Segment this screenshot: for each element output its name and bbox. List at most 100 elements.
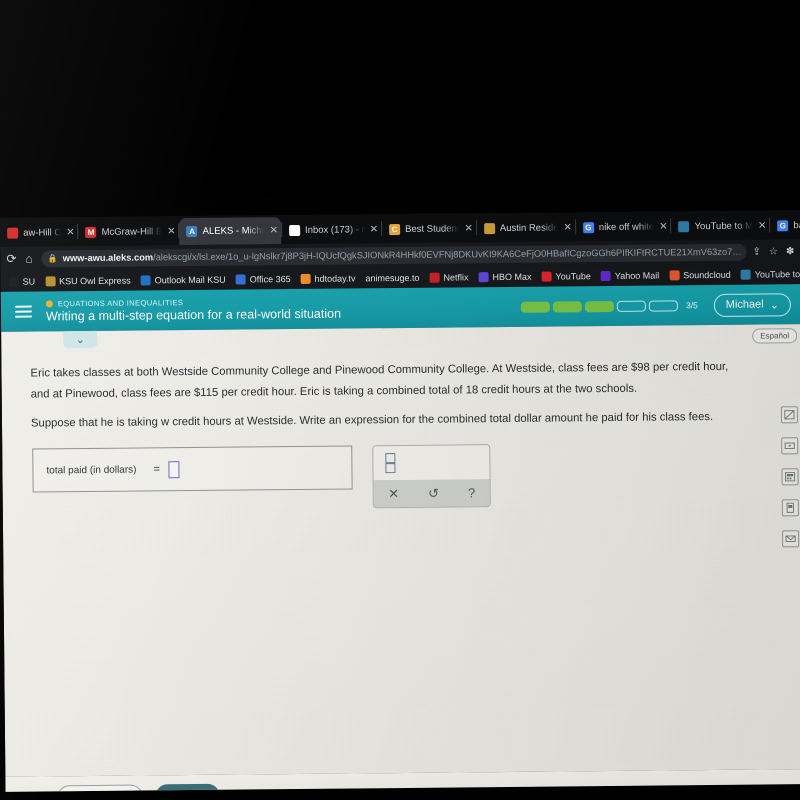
home-icon[interactable]: ⌂ [25, 252, 32, 266]
browser-tab[interactable]: aw-Hill C ✕ [0, 219, 78, 247]
browser-tab[interactable]: C Best Student ✕ [382, 215, 476, 243]
check-button[interactable]: Check [155, 783, 220, 792]
browser-tab[interactable]: YouTube to M ✕ [671, 212, 769, 240]
bookmark-item[interactable]: HBO Max [474, 271, 535, 282]
tab-favicon-icon [7, 227, 19, 239]
user-name: Michael [725, 298, 764, 311]
browser-tab[interactable]: A ALEKS - Micha ✕ [179, 217, 282, 246]
browser-chrome: aw-Hill C ✕ M McGraw-Hill E ✕ A ALEKS - Micha ✕… [0, 210, 800, 292]
explanation-button[interactable]: Explanation [57, 784, 143, 792]
flashcard-icon[interactable] [781, 499, 799, 517]
collapse-panel-button[interactable]: ⌄ [63, 330, 98, 349]
url-text: www-awu.aleks.com/alekscgi/x/lsl.exe/1o_… [62, 246, 741, 264]
browser-tab[interactable]: Austin Reside ✕ [477, 214, 575, 242]
tab-favicon-icon: G [777, 220, 789, 232]
tab-close-icon[interactable]: ✕ [370, 224, 378, 235]
tab-favicon-icon: M [288, 224, 301, 237]
topic-label: EQUATIONS AND INEQUALITIES [57, 298, 184, 309]
bookmark-item[interactable]: KSU Owl Express [41, 275, 135, 286]
bookmark-favicon-icon [300, 273, 311, 284]
fraction-template-button[interactable] [385, 453, 396, 474]
share-icon[interactable]: ⇪ [753, 246, 761, 257]
exercise-content: ⌄ Español Eric takes classes at both Wes… [1, 324, 800, 777]
equals-sign: = [153, 463, 160, 476]
tab-close-icon[interactable]: ✕ [167, 226, 175, 237]
tab-label: McGraw-Hill E [101, 226, 163, 238]
keypad-templates-row [373, 445, 489, 480]
bookmark-item[interactable]: Soundcloud [665, 269, 735, 280]
no-image-icon[interactable] [780, 406, 799, 424]
bookmark-favicon-icon [45, 275, 56, 286]
envelope-icon[interactable] [782, 530, 800, 548]
bookmark-favicon-icon [140, 274, 151, 285]
tab-label: ALEKS - Micha [202, 225, 265, 237]
bookmark-item[interactable]: Netflix [425, 272, 472, 283]
bookmark-label: animesuge.to [365, 272, 420, 283]
tab-label: Austin Reside [499, 222, 559, 235]
answer-input-box[interactable]: total paid (in dollars) = [32, 445, 353, 493]
bookmark-label: Outlook Mail KSU [154, 274, 226, 285]
chevron-down-icon: ⌄ [769, 298, 779, 311]
bookmark-favicon-icon [8, 276, 19, 287]
tab-label: back bumper [793, 220, 800, 232]
math-keypad: ✕ ↺ ? [372, 444, 491, 509]
bookmark-item[interactable]: SU [5, 276, 40, 287]
bookmark-label: Soundcloud [683, 269, 731, 280]
bookmark-favicon-icon [740, 269, 751, 280]
browser-window: aw-Hill C ✕ M McGraw-Hill E ✕ A ALEKS - Micha ✕… [0, 210, 800, 792]
tab-close-icon[interactable]: ✕ [659, 221, 667, 232]
bookmark-item[interactable]: YouTube to Mp3 M… [737, 268, 800, 280]
extensions-icon[interactable]: ✽ [786, 246, 794, 257]
browser-tab[interactable]: M McGraw-Hill E ✕ [78, 218, 178, 246]
tab-close-icon[interactable]: ✕ [563, 222, 571, 233]
progress-indicator: 3/5 [520, 299, 698, 313]
progress-segment [616, 300, 646, 312]
bookmark-item[interactable]: animesuge.to [361, 272, 423, 283]
bookmark-favicon-icon [600, 270, 611, 281]
browser-tab[interactable]: Gback bumper✕ [770, 212, 800, 240]
tab-close-icon[interactable]: ✕ [66, 227, 74, 238]
undo-button[interactable]: ↺ [428, 485, 439, 501]
tab-close-icon[interactable]: ✕ [270, 225, 278, 236]
browser-tab[interactable]: Gnike off white ✕ [576, 213, 671, 241]
problem-statement: Eric takes classes at both Westside Comm… [30, 357, 738, 443]
bookmark-label: hdtoday.tv [314, 272, 356, 284]
tab-favicon-icon: M [85, 226, 97, 239]
omnibox[interactable]: 🔒 www-awu.aleks.com/alekscgi/x/lsl.exe/1… [41, 243, 747, 267]
bookmark-favicon-icon [541, 271, 552, 282]
bookmark-item[interactable]: Office 365 [232, 274, 295, 285]
answer-input-field[interactable] [168, 460, 181, 478]
reload-icon[interactable]: ⟳ [6, 252, 16, 266]
bookmark-item[interactable]: Outlook Mail KSU [137, 274, 230, 285]
browser-tab[interactable]: M Inbox (173) - r ✕ [282, 216, 381, 244]
tab-favicon-icon: C [389, 224, 401, 236]
menu-icon[interactable] [14, 303, 32, 321]
bookmark-favicon-icon [429, 272, 440, 283]
keypad-actions-row: ✕ ↺ ? [373, 479, 490, 508]
tab-close-icon[interactable]: ✕ [758, 220, 766, 231]
tab-favicon-icon: G [582, 222, 594, 234]
bookmark-item[interactable]: hdtoday.tv [297, 273, 360, 284]
bookmark-item[interactable]: Yahoo Mail [597, 270, 663, 281]
tab-label: aw-Hill C [23, 227, 62, 239]
tab-favicon-icon [678, 221, 690, 233]
tab-favicon-icon [483, 223, 495, 235]
tab-label: nike off white [598, 221, 655, 234]
problem-paragraph-2: Suppose that he is taking w credit hours… [30, 411, 714, 430]
progress-segment [584, 300, 614, 312]
answer-area: total paid (in dollars) = ✕ ↺ ? [32, 444, 491, 511]
bookmark-label: Office 365 [249, 273, 291, 284]
tab-label: YouTube to M [694, 220, 754, 233]
clear-button[interactable]: ✕ [388, 486, 399, 502]
lock-icon: 🔒 [47, 253, 58, 263]
tab-close-icon[interactable]: ✕ [464, 223, 472, 234]
help-button[interactable]: ? [468, 485, 475, 500]
tab-label: Best Student [405, 223, 460, 235]
bookmark-item[interactable]: YouTube [537, 271, 594, 282]
video-player-icon[interactable] [781, 437, 799, 455]
user-menu-button[interactable]: Michael ⌄ [713, 292, 791, 317]
espanol-button[interactable]: Español [752, 328, 798, 344]
bookmark-star-icon[interactable]: ☆ [769, 246, 778, 257]
topic-dot-icon [45, 300, 53, 308]
calculator-icon[interactable] [781, 468, 799, 486]
